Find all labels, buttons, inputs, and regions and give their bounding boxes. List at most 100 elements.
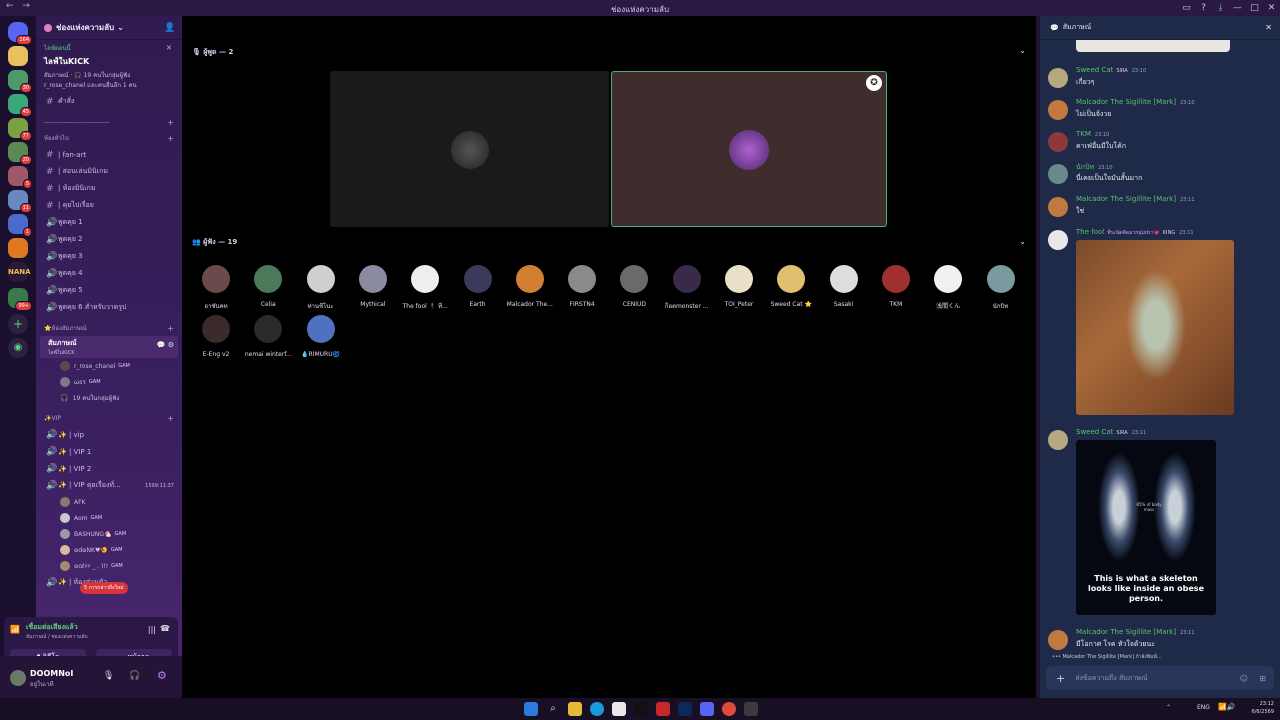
- live-event-card[interactable]: ไลฟ์ตอนนี้ ไลฟ์ในKICK สัมภาษณ์ · 🎧 19 คน…: [36, 40, 182, 93]
- apps-icon[interactable]: ⊞: [1259, 674, 1266, 683]
- avatar[interactable]: [1048, 164, 1068, 184]
- skeleton-image-attachment[interactable]: 85% of body mass This is what a skeleton…: [1076, 440, 1216, 615]
- windows-start-icon[interactable]: [524, 702, 538, 716]
- server-icon[interactable]: 45: [8, 94, 32, 117]
- listener[interactable]: CENIUD: [610, 265, 658, 308]
- vip-user[interactable]: AFK: [36, 494, 182, 510]
- download-icon[interactable]: ⤓: [1212, 0, 1229, 16]
- plus-icon[interactable]: +: [167, 118, 174, 127]
- disconnect-icon[interactable]: ☎: [160, 624, 170, 633]
- tray-chevron-icon[interactable]: ⌃: [1166, 704, 1171, 711]
- discover-icon[interactable]: ◉: [8, 338, 28, 358]
- unread-mentions-pill[interactable]: 5 การกล่าวถึงใหม่: [80, 582, 128, 594]
- voice-channel[interactable]: 🔊 พูดคุย 1: [36, 214, 182, 231]
- listener[interactable]: FIRSTN4: [558, 265, 606, 308]
- avatar[interactable]: [1048, 132, 1068, 152]
- language-indicator[interactable]: ENG: [1197, 704, 1210, 711]
- server-header[interactable]: ช่องแห่งความลับ ⌄ 👤: [36, 16, 182, 40]
- file-explorer-icon[interactable]: [568, 702, 582, 716]
- wifi-volume-icon[interactable]: 📶🔊: [1218, 703, 1235, 711]
- tiktok-icon[interactable]: [634, 702, 648, 716]
- server-icon[interactable]: 11: [8, 190, 32, 213]
- stage-user[interactable]: r_rose_chanel GAM: [36, 358, 182, 374]
- maximize-button[interactable]: □: [1246, 0, 1263, 16]
- search-icon[interactable]: ⌕: [546, 702, 560, 716]
- avatar[interactable]: [10, 670, 26, 686]
- voice-channel[interactable]: 🔊 พูดคุย 5: [36, 282, 182, 299]
- channel-chat[interactable]: # | คุยไปเรื่อย: [36, 197, 182, 214]
- server-icon-nana[interactable]: NANA: [8, 262, 31, 282]
- voice-channel[interactable]: 🔊 พูดคุย 6 สำหรับวาดรูป: [36, 299, 182, 316]
- author-name[interactable]: นักบิท: [1076, 163, 1094, 171]
- stage-actions-icon[interactable]: 💬 ⚙: [157, 341, 174, 349]
- listener[interactable]: Sweed Cat ⭐: [767, 265, 815, 308]
- speaker-tile[interactable]: [330, 71, 609, 227]
- avatar[interactable]: [1048, 197, 1068, 217]
- voice-channel[interactable]: 🔊 พูดคุย 2: [36, 231, 182, 248]
- listener[interactable]: Malcador The...: [506, 265, 554, 308]
- vip-channel[interactable]: 🔊 ✨ | VIP 2: [36, 460, 182, 477]
- avatar[interactable]: [1048, 630, 1068, 650]
- store-icon[interactable]: [612, 702, 626, 716]
- author-name[interactable]: Malcador The Sigillite [Mark]: [1076, 98, 1176, 106]
- server-icon[interactable]: [8, 46, 28, 66]
- author-name[interactable]: Malcador The Sigillite [Mark]: [1076, 628, 1176, 636]
- home-button[interactable]: 164: [8, 22, 32, 45]
- channel-rules[interactable]: # คำสั่ง: [36, 93, 182, 110]
- stage-listeners[interactable]: 🎧 19 คนในกลุ่มผู้ฟัง: [36, 390, 182, 406]
- inbox-icon[interactable]: ▭: [1178, 0, 1195, 16]
- author-name[interactable]: Sweed Cat: [1076, 66, 1113, 74]
- listener[interactable]: TOI_Peter: [715, 265, 763, 308]
- avatar[interactable]: [1048, 100, 1068, 120]
- plus-icon[interactable]: +: [167, 134, 174, 143]
- listener[interactable]: ฮาซันคท: [192, 265, 240, 311]
- server-icon[interactable]: 77: [8, 118, 32, 141]
- listener[interactable]: The fool 🕴 ที่...: [401, 265, 449, 311]
- channel-fan-art[interactable]: # | fan-art: [36, 146, 182, 163]
- listener[interactable]: 💧RIMURU🌀: [297, 315, 345, 358]
- listener[interactable]: Celia: [244, 265, 292, 308]
- app-icon[interactable]: [656, 702, 670, 716]
- image-attachment[interactable]: [1076, 40, 1230, 52]
- listener[interactable]: Mythical: [349, 265, 397, 308]
- listener[interactable]: E-Eng v2: [192, 315, 240, 358]
- server-icon[interactable]: 20: [8, 142, 32, 165]
- listener[interactable]: 浅間くん: [924, 265, 972, 310]
- channel-minigame-tutorial[interactable]: # | สอนเล่นมินิเกม: [36, 163, 182, 180]
- plus-icon[interactable]: +: [1056, 672, 1065, 685]
- close-window-button[interactable]: ✕: [1263, 0, 1280, 16]
- listener[interactable]: ก็อตmonster ...: [663, 265, 711, 311]
- chevron-down-icon[interactable]: ⌄: [1019, 237, 1026, 246]
- avatar[interactable]: [1048, 430, 1068, 450]
- vip-user[interactable]: BASHUNG🐔 GAM: [36, 526, 182, 542]
- listener[interactable]: Earth: [454, 265, 502, 308]
- listener[interactable]: nemai winterf...: [244, 315, 292, 358]
- vip-channel[interactable]: 🔊 ✨ | VIP 1: [36, 443, 182, 460]
- app-icon[interactable]: [744, 702, 758, 716]
- avatar[interactable]: [1048, 68, 1068, 88]
- microphone-icon[interactable]: 🎙: [103, 671, 114, 681]
- server-icon[interactable]: 5: [8, 166, 32, 189]
- server-icon[interactable]: 30: [8, 70, 32, 93]
- add-member-icon[interactable]: 👤: [164, 23, 175, 33]
- category-interview[interactable]: ⭐ห้องสัมภาษณ์ +: [36, 320, 182, 336]
- photoshop-icon[interactable]: [678, 702, 692, 716]
- chrome-icon[interactable]: [722, 702, 736, 716]
- speaker-tile-active[interactable]: ✪: [611, 71, 887, 227]
- author-name[interactable]: Sweed Cat: [1076, 428, 1113, 436]
- listener[interactable]: ท่านชีโนะ: [297, 265, 345, 311]
- vip-user[interactable]: ɷoℓ♯♯ _ . )!! GAM: [36, 558, 182, 574]
- vip-user[interactable]: ɷdɷNK♥🍤 GAM: [36, 542, 182, 558]
- listeners-header[interactable]: 👥 ผู้ฟัง — 19: [192, 237, 237, 248]
- voice-location[interactable]: สัมภาษณ์ / ช่องแห่งความลับ: [26, 633, 88, 641]
- category-general[interactable]: ห้องทั่วไป +: [36, 130, 182, 146]
- speakers-header[interactable]: 🎙 ผู้พูด — 2: [192, 47, 233, 58]
- server-icon[interactable]: 99+: [8, 288, 32, 311]
- add-server-icon[interactable]: +: [8, 314, 28, 334]
- vip-channel[interactable]: 🔊 ✨ | vip: [36, 426, 182, 443]
- close-icon[interactable]: ✕: [1265, 23, 1272, 32]
- author-name[interactable]: The fool: [1076, 228, 1104, 236]
- headphones-icon[interactable]: 🎧: [129, 671, 140, 681]
- plus-icon[interactable]: +: [167, 414, 174, 423]
- category-vip[interactable]: ✨VIP +: [36, 410, 182, 426]
